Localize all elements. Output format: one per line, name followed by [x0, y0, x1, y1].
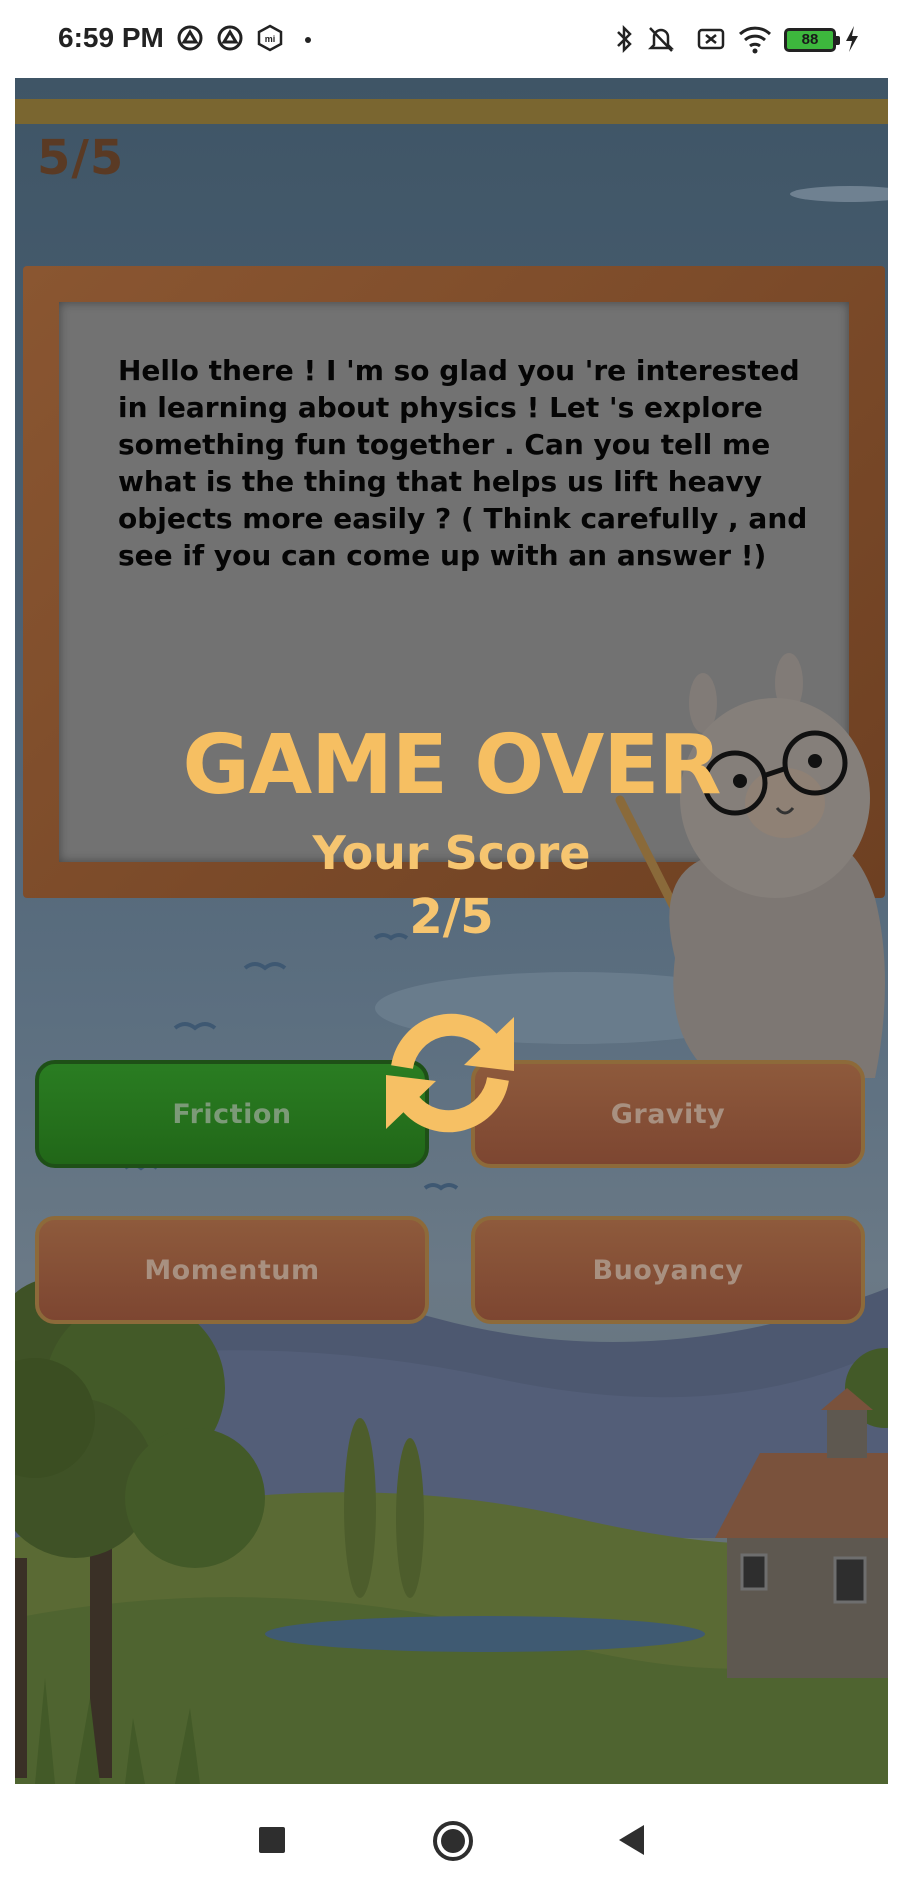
- status-time: 6:59 PM: [58, 22, 164, 53]
- navigation-bar: [0, 1784, 904, 1890]
- charging-icon: [846, 26, 858, 52]
- vpn-icon: [217, 25, 243, 51]
- answer-button-friction[interactable]: Friction: [35, 1060, 429, 1168]
- battery-icon: 88: [784, 28, 840, 52]
- recents-button[interactable]: [258, 1826, 286, 1854]
- score-value: 2/5: [409, 889, 494, 945]
- bluetooth-icon: [617, 24, 632, 54]
- svg-text:mi: mi: [265, 34, 276, 44]
- answer-button-buoyancy[interactable]: Buoyancy: [471, 1216, 865, 1324]
- restart-icon[interactable]: [380, 1003, 520, 1143]
- wifi-icon: [738, 26, 772, 54]
- answer-button-momentum[interactable]: Momentum: [35, 1216, 429, 1324]
- score-label: Your Score: [312, 826, 591, 880]
- dot-icon: [305, 37, 311, 43]
- vpn-icon: [177, 25, 203, 51]
- mi-icon: mi: [257, 24, 283, 52]
- game-screen: 5/5 Hello there ! I 'm so glad you 're i…: [15, 78, 888, 1784]
- game-over-title: GAME OVER: [182, 718, 721, 813]
- home-button[interactable]: [432, 1820, 474, 1862]
- mute-icon: [647, 27, 675, 52]
- back-button[interactable]: [618, 1824, 646, 1856]
- sim-icon: [697, 28, 725, 50]
- status-bar: 6:59 PM mi 88: [0, 0, 904, 78]
- answer-button-gravity[interactable]: Gravity: [471, 1060, 865, 1168]
